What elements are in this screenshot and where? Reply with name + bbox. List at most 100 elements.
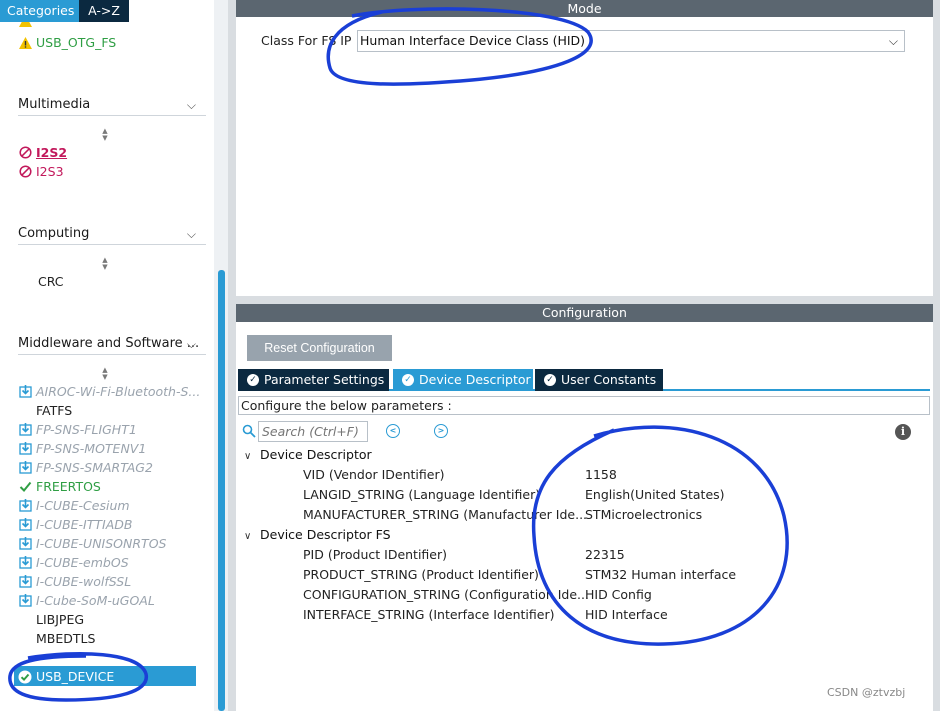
param-name: MANUFACTURER_STRING (Manufacturer Ide... bbox=[303, 507, 588, 522]
check-circle-icon: ✓ bbox=[402, 374, 414, 386]
category-computing[interactable]: Computing ⌵ bbox=[18, 223, 206, 245]
tree-item-label: MBEDTLS bbox=[36, 631, 96, 646]
mode-panel-title: Mode bbox=[236, 0, 933, 17]
download-icon bbox=[18, 575, 32, 589]
param-name: INTERFACE_STRING (Interface Identifier) bbox=[303, 607, 555, 622]
group-label: Device Descriptor bbox=[260, 447, 372, 462]
tab-label: User Constants bbox=[561, 372, 657, 387]
tree-item-label: I-CUBE-embOS bbox=[36, 555, 129, 570]
reset-configuration-button[interactable]: Reset Configuration bbox=[247, 335, 392, 361]
chevron-down-icon: ⌵ bbox=[888, 34, 898, 48]
disabled-icon bbox=[18, 146, 32, 160]
tree-item-i2s3[interactable]: I2S3 bbox=[18, 162, 64, 181]
tree-item-mbedtls[interactable]: MBEDTLS bbox=[36, 629, 95, 648]
sort-icon[interactable]: ▲ ▼ bbox=[100, 367, 110, 381]
group-device-descriptor[interactable]: ∨ Device Descriptor bbox=[244, 445, 372, 465]
tree-item-label: CRC bbox=[38, 274, 64, 289]
tree-item-fp-sns-smartag2[interactable]: FP-SNS-SMARTAG2 bbox=[18, 458, 153, 477]
info-icon[interactable]: i bbox=[895, 424, 911, 440]
param-name: LANGID_STRING (Language Identifier) bbox=[303, 487, 541, 502]
tab-a-to-z[interactable]: A->Z bbox=[79, 0, 129, 22]
param-value[interactable]: 1158 bbox=[585, 465, 617, 485]
category-title: Computing bbox=[18, 226, 90, 241]
tree-item-i-cube-som-ugoal[interactable]: I-Cube-SoM-uGOAL bbox=[18, 591, 155, 610]
check-icon bbox=[18, 480, 32, 494]
tree-item-i2s2[interactable]: I2S2 bbox=[18, 143, 67, 162]
scrollbar-thumb[interactable] bbox=[218, 270, 225, 711]
download-icon bbox=[18, 442, 32, 456]
tree-item-libjpeg[interactable]: LIBJPEG bbox=[36, 610, 84, 629]
param-value[interactable]: HID Config bbox=[585, 585, 652, 605]
horizontal-splitter[interactable] bbox=[236, 296, 940, 304]
download-icon bbox=[18, 423, 32, 437]
check-circle-icon bbox=[18, 670, 32, 684]
param-name: PRODUCT_STRING (Product Identifier) bbox=[303, 567, 539, 582]
configuration-tabs: ✓ Parameter Settings ✓ Device Descriptor… bbox=[238, 369, 930, 391]
download-icon bbox=[18, 594, 32, 608]
tree-item-label: I-Cube-SoM-uGOAL bbox=[36, 593, 155, 608]
download-icon bbox=[18, 499, 32, 513]
vertical-splitter[interactable] bbox=[228, 0, 236, 711]
tree-item-usb-otg-fs[interactable]: USB_OTG_FS bbox=[18, 33, 116, 52]
search-previous-icon[interactable]: < bbox=[386, 424, 400, 438]
disabled-icon bbox=[18, 165, 32, 179]
class-for-fs-ip-select[interactable]: Human Interface Device Class (HID) ⌵ bbox=[357, 30, 905, 52]
tab-parameter-settings[interactable]: ✓ Parameter Settings bbox=[238, 369, 389, 391]
search-next-icon[interactable]: > bbox=[434, 424, 448, 438]
tree-item-label: FP-SNS-FLIGHT1 bbox=[36, 422, 137, 437]
tree-item-freertos[interactable]: FREERTOS bbox=[18, 477, 101, 496]
tree-item-label: I2S2 bbox=[36, 145, 68, 160]
download-icon bbox=[18, 385, 32, 399]
chevron-down-icon: ∨ bbox=[244, 451, 252, 462]
warning-icon bbox=[18, 22, 32, 28]
param-value[interactable]: English(United States) bbox=[585, 485, 725, 505]
search-icon bbox=[242, 424, 256, 438]
tree-item-i-cube-ittiadb[interactable]: I-CUBE-ITTIADB bbox=[18, 515, 132, 534]
param-value[interactable]: STMicroelectronics bbox=[585, 505, 702, 525]
tree-item-crc[interactable]: CRC bbox=[38, 272, 64, 291]
mode-panel: Mode Class For FS IP Human Interface Dev… bbox=[236, 0, 933, 296]
chevron-down-icon: ⌵ bbox=[186, 337, 196, 351]
tree-item-label: I-CUBE-ITTIADB bbox=[36, 517, 133, 532]
search-input[interactable] bbox=[258, 420, 368, 442]
sort-icon[interactable]: ▲ ▼ bbox=[100, 257, 110, 271]
tree-item-fatfs[interactable]: FATFS bbox=[36, 401, 72, 420]
chevron-down-icon: ∨ bbox=[244, 531, 252, 542]
search-row: < > bbox=[242, 420, 448, 442]
download-icon bbox=[18, 556, 32, 570]
download-icon bbox=[18, 518, 32, 532]
tree-item-label: FP-SNS-MOTENV1 bbox=[36, 441, 147, 456]
tab-label: Parameter Settings bbox=[264, 372, 385, 387]
category-tabs: Categories A->Z bbox=[0, 0, 129, 22]
tree-item-fp-sns-flight1[interactable]: FP-SNS-FLIGHT1 bbox=[18, 420, 137, 439]
tree-item-label: I-CUBE-wolfSSL bbox=[36, 574, 132, 589]
group-device-descriptor-fs[interactable]: ∨ Device Descriptor FS bbox=[244, 525, 391, 545]
param-name: VID (Vendor IDentifier) bbox=[303, 467, 445, 482]
tree-item-fp-sns-motenv1[interactable]: FP-SNS-MOTENV1 bbox=[18, 439, 146, 458]
right-border bbox=[933, 0, 940, 711]
sort-icon[interactable]: ▲ ▼ bbox=[100, 128, 110, 142]
tab-device-descriptor[interactable]: ✓ Device Descriptor bbox=[393, 369, 533, 391]
tree-item-i-cube-cesium[interactable]: I-CUBE-Cesium bbox=[18, 496, 130, 515]
param-value[interactable]: HID Interface bbox=[585, 605, 668, 625]
tree-item-i-cube-wolfssl[interactable]: I-CUBE-wolfSSL bbox=[18, 572, 131, 591]
tree-item-airoc-wi-fi-bluetooth-s[interactable]: AIROC-Wi-Fi-Bluetooth-S... bbox=[18, 382, 200, 401]
category-multimedia[interactable]: Multimedia ⌵ bbox=[18, 94, 206, 116]
chevron-down-icon: ⌵ bbox=[186, 227, 196, 241]
tree-item-label: USB_OTG_FS bbox=[36, 35, 117, 50]
tab-user-constants[interactable]: ✓ User Constants bbox=[535, 369, 663, 391]
tree-item-label: FREERTOS bbox=[36, 479, 101, 494]
tree-item-usb-device[interactable]: USB_DEVICE bbox=[18, 667, 114, 686]
tree-item-label: I-CUBE-Cesium bbox=[36, 498, 130, 513]
warning-icon bbox=[18, 36, 32, 50]
tree-item-label: AIROC-Wi-Fi-Bluetooth-S... bbox=[36, 384, 201, 399]
tree-item-label: FP-SNS-SMARTAG2 bbox=[36, 460, 153, 475]
param-value[interactable]: STM32 Human interface bbox=[585, 565, 736, 585]
tab-categories[interactable]: Categories bbox=[0, 0, 79, 22]
configuration-panel-title: Configuration bbox=[236, 304, 933, 322]
tree-item-i-cube-unisonrtos[interactable]: I-CUBE-UNISONRTOS bbox=[18, 534, 166, 553]
tree-item-label: I-CUBE-UNISONRTOS bbox=[36, 536, 167, 551]
param-value[interactable]: 22315 bbox=[585, 545, 625, 565]
category-middleware[interactable]: Middleware and Software ... ⌵ bbox=[18, 333, 206, 355]
tree-item-i-cube-embos[interactable]: I-CUBE-embOS bbox=[18, 553, 129, 572]
